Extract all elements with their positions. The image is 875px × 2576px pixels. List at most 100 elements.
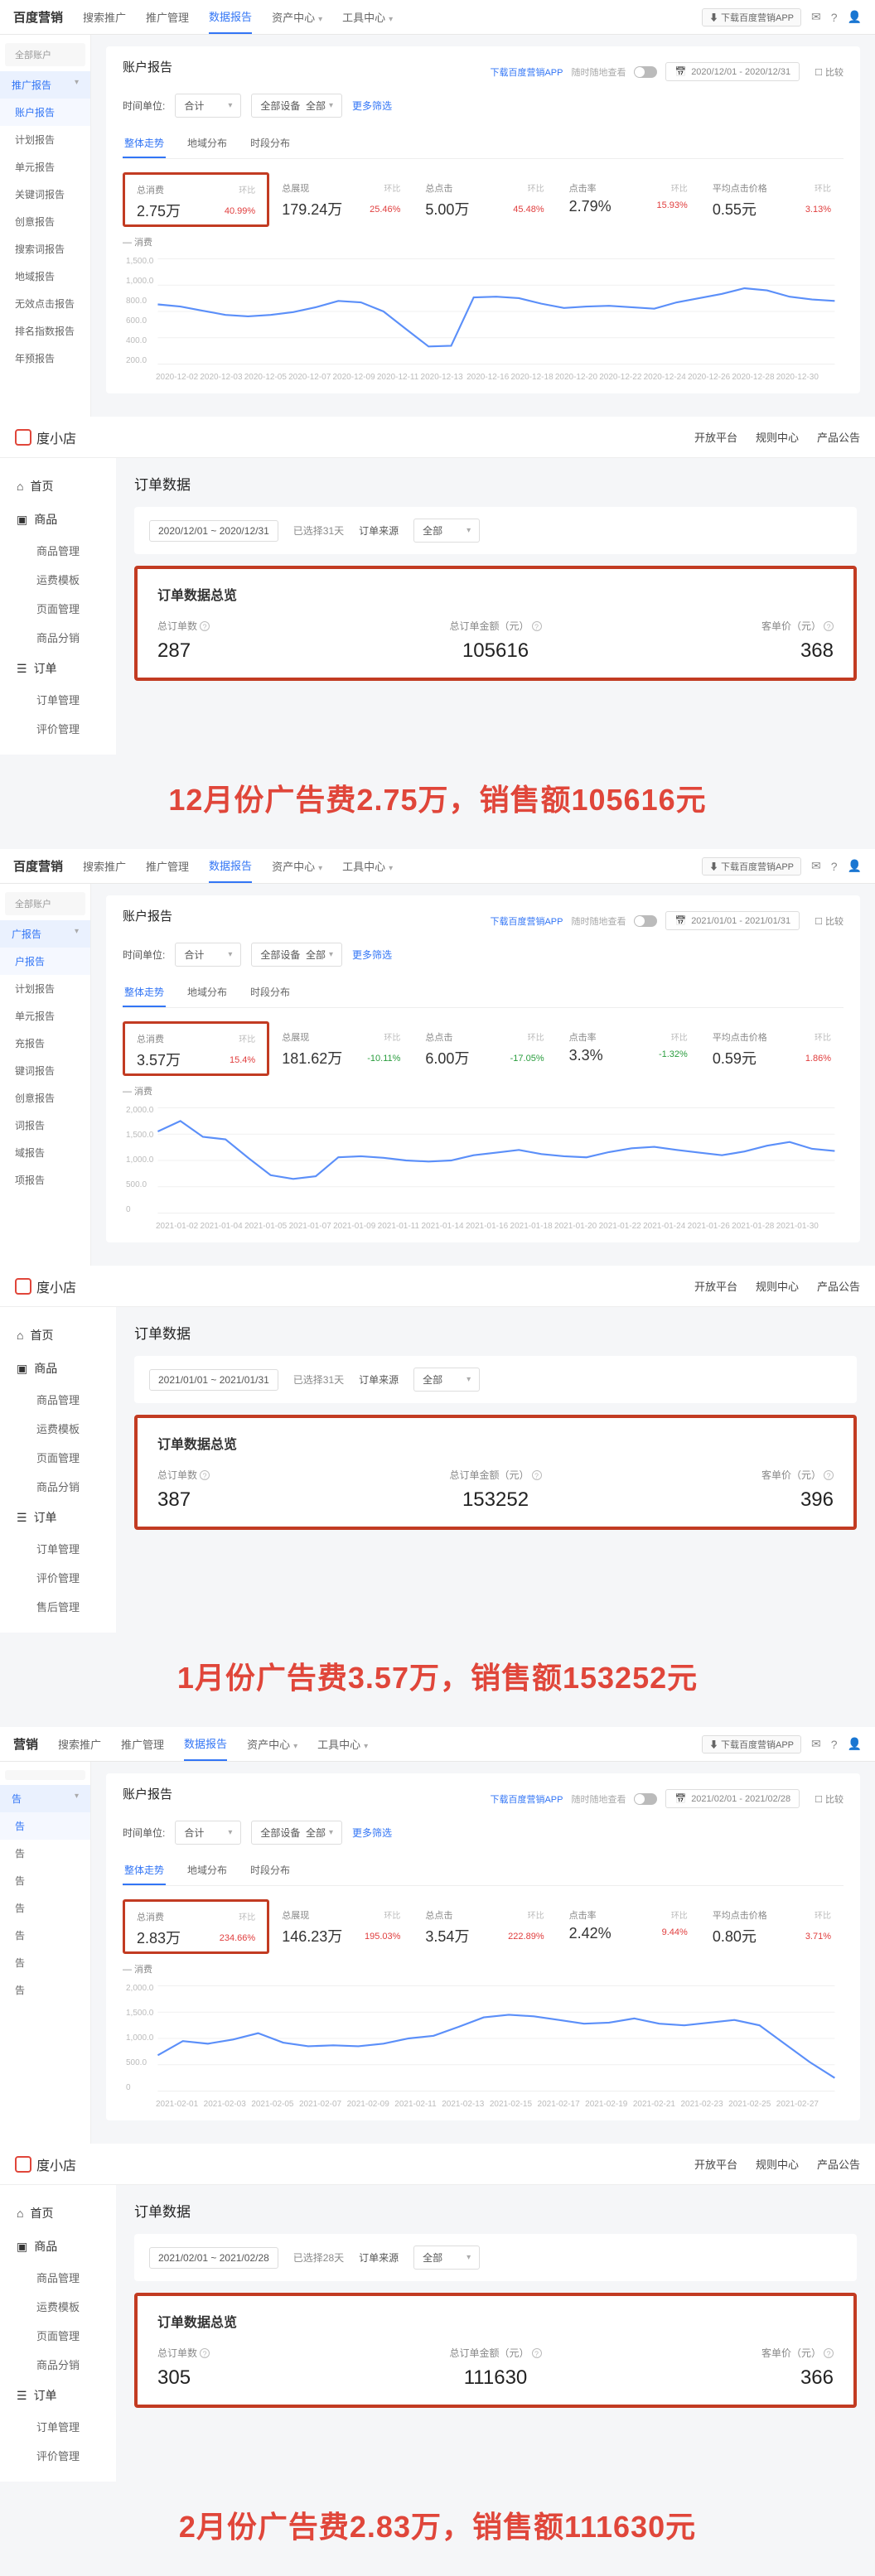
device-select[interactable]: 全部设备 全部: [251, 94, 342, 118]
metric-card[interactable]: 平均点击价格环比 0.80元 3.71%: [700, 1899, 844, 1954]
compare-toggle[interactable]: [634, 66, 657, 78]
metric-card[interactable]: 总展现环比 146.23万 195.03%: [269, 1899, 413, 1954]
store-date-range[interactable]: 2021/02/01 ~ 2021/02/28: [149, 2247, 278, 2269]
sidebar-group[interactable]: 告: [0, 1785, 90, 1812]
topnav-tab[interactable]: 推广管理: [121, 1736, 164, 1752]
topnav-tab[interactable]: 推广管理: [146, 9, 189, 25]
sidebar-item[interactable]: 年预报告: [0, 345, 90, 372]
topnav-tab[interactable]: 推广管理: [146, 858, 189, 874]
store-top-link[interactable]: 产品公告: [817, 2156, 860, 2172]
app-hint[interactable]: 下载百度营销APP: [490, 1792, 563, 1806]
store-top-link[interactable]: 开放平台: [694, 1278, 737, 1294]
stat-tab[interactable]: 时段分布: [249, 1856, 292, 1885]
sidebar-item[interactable]: 地域报告: [0, 263, 90, 290]
store-sidebar-orders[interactable]: ☰订单: [0, 652, 116, 685]
sidebar-item[interactable]: 户报告: [0, 948, 90, 975]
more-filters-link[interactable]: 更多筛选: [352, 99, 392, 113]
help-icon[interactable]: ?: [200, 621, 210, 631]
sidebar-item[interactable]: 无效点击报告: [0, 290, 90, 317]
metric-card[interactable]: 点击率环比 2.79% 15.93%: [557, 172, 700, 227]
store-top-link[interactable]: 产品公告: [817, 429, 860, 445]
sidebar-group[interactable]: 推广报告: [0, 71, 90, 99]
time-unit-select[interactable]: 合计: [175, 1821, 241, 1845]
topnav-tab[interactable]: 资产中心: [247, 1736, 297, 1752]
app-download-link[interactable]: ⬇ 下载百度营销APP: [702, 857, 801, 876]
metric-card[interactable]: 总消费环比 2.83万 234.66%: [123, 1899, 269, 1954]
help-icon[interactable]: ?: [532, 621, 542, 631]
compare-label[interactable]: ☐ 比较: [815, 1792, 844, 1806]
sidebar-item[interactable]: 告: [0, 1812, 90, 1840]
store-top-link[interactable]: 开放平台: [694, 429, 737, 445]
store-sidebar-sub[interactable]: 评价管理: [0, 1563, 116, 1592]
store-source-select[interactable]: 全部: [413, 2246, 480, 2270]
metric-card[interactable]: 总展现环比 181.62万 -10.11%: [269, 1021, 413, 1076]
sidebar-item[interactable]: 告: [0, 1867, 90, 1894]
notification-icon[interactable]: ✉: [811, 1737, 821, 1751]
sidebar-item[interactable]: 关键词报告: [0, 181, 90, 208]
metric-card[interactable]: 平均点击价格环比 0.55元 3.13%: [700, 172, 844, 227]
sidebar-group[interactable]: 广报告: [0, 920, 90, 948]
topnav-tab[interactable]: 工具中心: [342, 9, 393, 25]
sidebar-item[interactable]: 键词报告: [0, 1057, 90, 1084]
store-sidebar-sub[interactable]: 运费模板: [0, 2292, 116, 2321]
time-unit-select[interactable]: 合计: [175, 94, 241, 118]
help-icon[interactable]: ?: [824, 1470, 834, 1480]
sidebar-item[interactable]: 告: [0, 1840, 90, 1867]
metric-card[interactable]: 总点击环比 5.00万 45.48%: [413, 172, 556, 227]
device-select[interactable]: 全部设备 全部: [251, 1821, 342, 1845]
store-sidebar-sub[interactable]: 运费模板: [0, 565, 116, 594]
sidebar-item[interactable]: 创意报告: [0, 1084, 90, 1112]
stat-tab[interactable]: 整体走势: [123, 1856, 166, 1885]
store-sidebar-orders[interactable]: ☰订单: [0, 1501, 116, 1534]
store-sidebar-goods[interactable]: ▣商品: [0, 1352, 116, 1385]
device-select[interactable]: 全部设备 全部: [251, 943, 342, 967]
sidebar-item[interactable]: 告: [0, 1922, 90, 1949]
sidebar-item[interactable]: 充报告: [0, 1030, 90, 1057]
sidebar-account[interactable]: 全部账户: [5, 43, 85, 66]
help-icon[interactable]: ?: [824, 621, 834, 631]
notification-icon[interactable]: ✉: [811, 10, 821, 24]
compare-label[interactable]: ☐ 比较: [815, 65, 844, 79]
sidebar-account[interactable]: 全部账户: [5, 892, 85, 915]
stat-tab[interactable]: 地域分布: [186, 1856, 229, 1885]
date-range-picker[interactable]: 2021/01/01 - 2021/01/31: [665, 911, 800, 930]
store-source-select[interactable]: 全部: [413, 1368, 480, 1392]
store-sidebar-sub[interactable]: 商品分销: [0, 2350, 116, 2379]
store-sidebar-sub[interactable]: 页面管理: [0, 1443, 116, 1472]
metric-card[interactable]: 平均点击价格环比 0.59元 1.86%: [700, 1021, 844, 1076]
app-download-link[interactable]: ⬇ 下载百度营销APP: [702, 8, 801, 27]
topnav-tab[interactable]: 数据报告: [184, 1735, 227, 1761]
notification-icon[interactable]: ✉: [811, 859, 821, 873]
date-range-picker[interactable]: 2021/02/01 - 2021/02/28: [665, 1789, 800, 1808]
metric-card[interactable]: 总消费环比 2.75万 40.99%: [123, 172, 269, 227]
sidebar-item[interactable]: 告: [0, 1976, 90, 2004]
more-filters-link[interactable]: 更多筛选: [352, 1826, 392, 1840]
time-unit-select[interactable]: 合计: [175, 943, 241, 967]
store-sidebar-goods[interactable]: ▣商品: [0, 503, 116, 536]
metric-card[interactable]: 总消费环比 3.57万 15.4%: [123, 1021, 269, 1076]
compare-label[interactable]: ☐ 比较: [815, 914, 844, 928]
store-sidebar-sub[interactable]: 页面管理: [0, 594, 116, 623]
sidebar-item[interactable]: 计划报告: [0, 975, 90, 1002]
store-top-link[interactable]: 规则中心: [756, 1278, 799, 1294]
store-sidebar-orders[interactable]: ☰订单: [0, 2379, 116, 2412]
metric-card[interactable]: 点击率环比 3.3% -1.32%: [557, 1021, 700, 1076]
sidebar-item[interactable]: 告: [0, 1894, 90, 1922]
topnav-tab[interactable]: 资产中心: [272, 9, 322, 25]
store-sidebar-sub[interactable]: 评价管理: [0, 2441, 116, 2470]
store-top-link[interactable]: 规则中心: [756, 429, 799, 445]
store-sidebar-sub[interactable]: 订单管理: [0, 1534, 116, 1563]
sidebar-item[interactable]: 词报告: [0, 1112, 90, 1139]
store-sidebar-sub[interactable]: 商品管理: [0, 536, 116, 565]
more-filters-link[interactable]: 更多筛选: [352, 948, 392, 962]
date-range-picker[interactable]: 2020/12/01 - 2020/12/31: [665, 62, 800, 81]
help-icon[interactable]: ?: [824, 2348, 834, 2358]
store-top-link[interactable]: 开放平台: [694, 2156, 737, 2172]
stat-tab[interactable]: 时段分布: [249, 129, 292, 158]
compare-toggle[interactable]: [634, 915, 657, 927]
stat-tab[interactable]: 整体走势: [123, 978, 166, 1007]
app-hint[interactable]: 下载百度营销APP: [490, 914, 563, 928]
store-date-range[interactable]: 2021/01/01 ~ 2021/01/31: [149, 1369, 278, 1391]
metric-card[interactable]: 总点击环比 3.54万 222.89%: [413, 1899, 556, 1954]
app-hint[interactable]: 下载百度营销APP: [490, 65, 563, 79]
